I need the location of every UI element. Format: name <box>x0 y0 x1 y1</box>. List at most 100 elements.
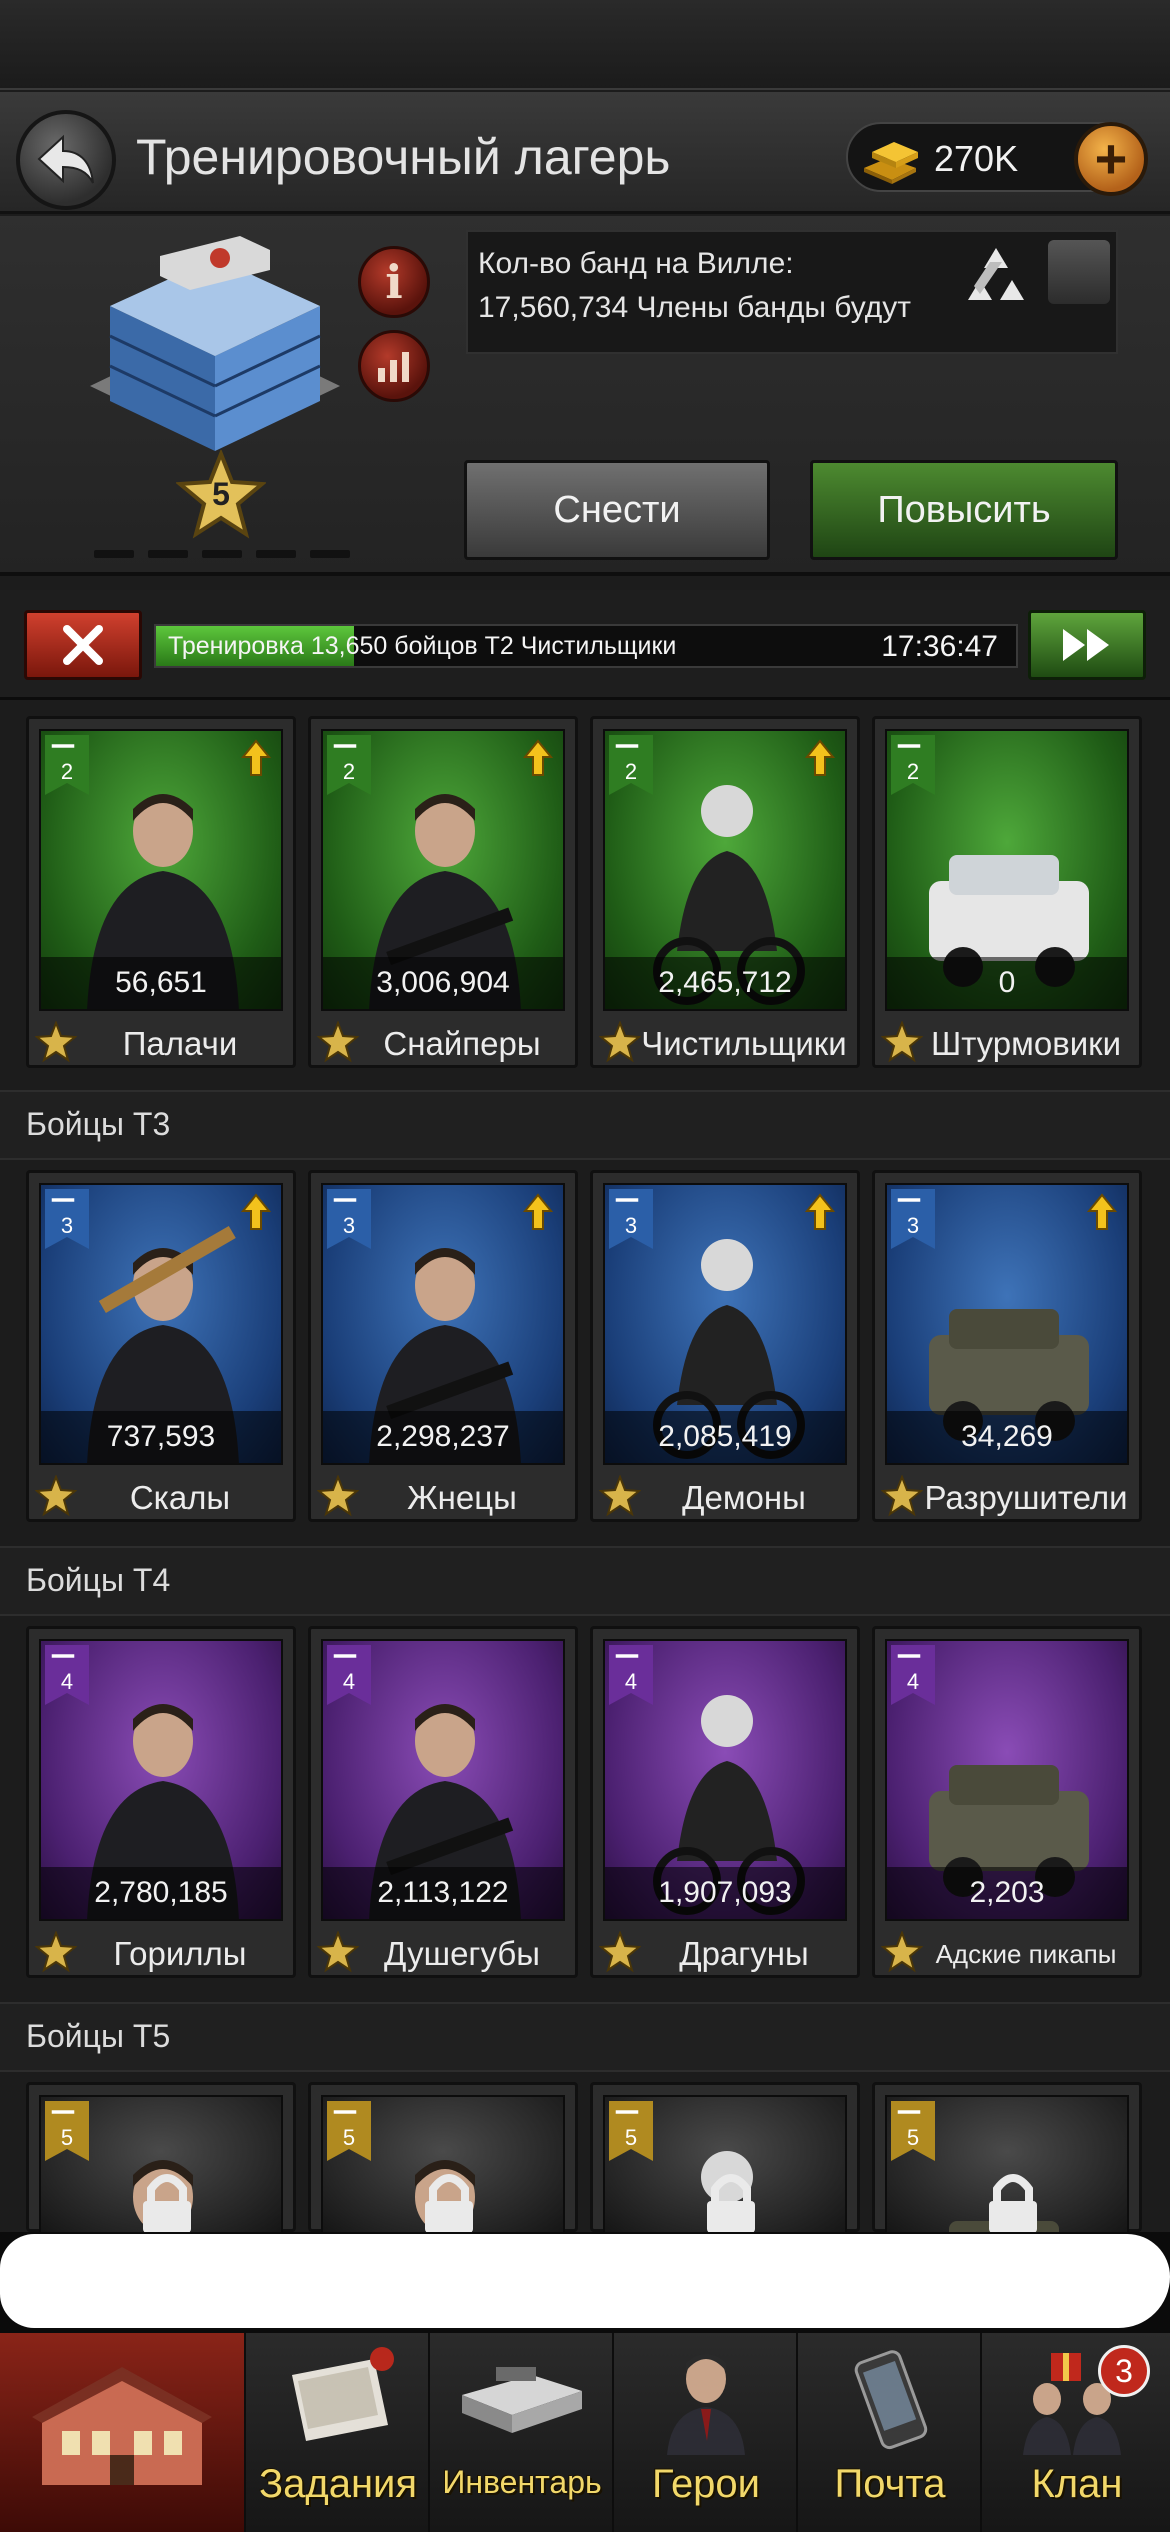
nav-clan[interactable]: 3 Клан <box>984 2333 1170 2532</box>
unit-footer: Гориллы <box>29 1925 293 1977</box>
tier-number: 2 <box>342 759 356 784</box>
building-level: 5 <box>212 476 230 512</box>
header: Тренировочный лагерь 270K + <box>0 92 1170 214</box>
tier-number: 4 <box>60 1669 74 1694</box>
unit-name: Скалы <box>129 1479 231 1516</box>
nav-mail-label: Почта <box>834 2462 946 2506</box>
unit-name: Палачи <box>122 1025 238 1062</box>
info-button[interactable]: i <box>358 246 430 318</box>
section-title: Бойцы T5 <box>26 2018 171 2054</box>
bottom-nav: Задания Инвентарь Герои Почта 3 Клан <box>0 2330 1170 2532</box>
tier-number: 4 <box>906 1669 920 1694</box>
tier-number: 4 <box>624 1669 638 1694</box>
section-header <box>0 2002 1170 2072</box>
hero-avatar[interactable] <box>1048 240 1110 304</box>
truck-icon <box>897 1198 921 1202</box>
tier-number: 3 <box>60 1213 74 1238</box>
tier-number: 5 <box>906 2125 920 2150</box>
nav-inventory-label: Инвентарь <box>442 2464 602 2500</box>
unit-count: 2,780,185 <box>41 1867 281 1919</box>
lock-icon <box>989 2174 1037 2233</box>
tier-number: 2 <box>624 759 638 784</box>
unit-card[interactable]: 2 3,006,904 Снайперы <box>308 716 578 1068</box>
unit-image: 5 <box>39 2095 283 2235</box>
rifle-icon <box>333 1198 357 1202</box>
level-progress-dashes <box>94 550 350 558</box>
unit-footer: Штурмовики <box>875 1015 1139 1067</box>
info-icon: i <box>385 255 403 309</box>
nav-heroes[interactable]: Герои <box>616 2333 798 2532</box>
truck-icon <box>897 1654 921 1658</box>
lock-icon <box>707 2174 755 2233</box>
unit-card[interactable]: 4 1,907,093 Драгуны <box>590 1626 860 1978</box>
stats-button[interactable] <box>358 330 430 402</box>
unit-card[interactable]: 4 2,113,122 Душегубы <box>308 1626 578 1978</box>
nav-mail[interactable]: Почта <box>800 2333 982 2532</box>
unit-card[interactable]: 5 <box>590 2082 860 2235</box>
motorcycle-icon <box>615 744 639 748</box>
fast-forward-icon <box>1063 629 1109 661</box>
knife-icon <box>51 1198 75 1202</box>
unit-card[interactable]: 5 <box>872 2082 1142 2235</box>
close-icon <box>63 625 103 665</box>
briefcase-icon <box>462 2367 582 2433</box>
unit-footer: Драгуны <box>593 1925 857 1977</box>
info-text-box[interactable]: Кол-во банд на Вилле: 17,560,734 Члены б… <box>466 230 1118 354</box>
section-title: Бойцы T4 <box>26 1562 171 1598</box>
unit-card[interactable]: 2 2,465,712 Чистильщики <box>590 716 860 1068</box>
unit-name: Гориллы <box>113 1935 247 1972</box>
add-gold-button[interactable]: + <box>1074 122 1148 196</box>
unit-card[interactable]: 2 56,651 Палачи <box>26 716 296 1068</box>
unit-card[interactable]: 3 2,085,419 Демоны <box>590 1170 860 1522</box>
unit-name: Жнецы <box>407 1479 517 1516</box>
unit-footer: Душегубы <box>311 1925 575 1977</box>
back-arrow-icon <box>37 134 94 184</box>
upgrade-arrow-icon <box>805 1193 835 1230</box>
phone-icon <box>854 2350 928 2450</box>
recycle-icon[interactable] <box>960 242 1032 314</box>
upgrade-arrow-icon <box>523 1193 553 1230</box>
bar-chart-icon <box>378 352 409 382</box>
back-button[interactable] <box>16 110 116 210</box>
truck-icon <box>897 2110 921 2114</box>
unit-image: 4 1,907,093 <box>603 1639 847 1921</box>
gold-value: 270K <box>934 138 1019 179</box>
unit-card[interactable]: 4 2,780,185 Гориллы <box>26 1626 296 1978</box>
hero-icon <box>667 2354 745 2455</box>
unit-footer: Демоны <box>593 1469 857 1521</box>
demolish-button[interactable]: Снести <box>464 460 770 560</box>
unit-count: 2,465,712 <box>605 957 845 1009</box>
unit-card[interactable]: 3 2,298,237 Жнецы <box>308 1170 578 1522</box>
upgrade-arrow-icon <box>241 1193 271 1230</box>
nav-home[interactable] <box>0 2333 246 2532</box>
motorcycle-icon <box>615 1654 639 1658</box>
upgrade-arrow-icon <box>1087 1193 1117 1230</box>
upgrade-button[interactable]: Повысить <box>810 460 1118 560</box>
unit-name: Душегубы <box>384 1935 540 1972</box>
unit-card[interactable]: 2 0 Штурмовики <box>872 716 1142 1068</box>
gold-counter: 270K + <box>846 122 1148 196</box>
unit-footer: Жнецы <box>311 1469 575 1521</box>
unit-count: 2,203 <box>887 1867 1127 1919</box>
tier-number: 2 <box>60 759 74 784</box>
cancel-training-button[interactable] <box>24 610 142 680</box>
unit-card[interactable]: 3 34,269 Разрушители <box>872 1170 1142 1522</box>
nav-tasks[interactable]: Задания <box>248 2333 430 2532</box>
training-progress: Тренировка 13,650 бойцов T2 Чистильщики … <box>154 624 1018 668</box>
unit-footer: Снайперы <box>311 1015 575 1067</box>
unit-card[interactable]: 3 737,593 Скалы <box>26 1170 296 1522</box>
nav-inventory[interactable]: Инвентарь <box>432 2333 614 2532</box>
unit-image: 5 <box>321 2095 565 2235</box>
unit-name: Драгуны <box>679 1935 809 1972</box>
unit-footer: Чистильщики <box>593 1015 857 1067</box>
unit-card[interactable]: 4 2,203 Адские пикапы <box>872 1626 1142 1978</box>
knife-icon <box>51 1654 75 1658</box>
unit-card[interactable]: 5 <box>308 2082 578 2235</box>
section-title: Бойцы T3 <box>26 1106 171 1142</box>
speed-up-button[interactable] <box>1028 610 1146 680</box>
tasks-icon <box>292 2347 394 2441</box>
rifle-icon <box>333 1654 357 1658</box>
upgrade-arrow-icon <box>523 739 553 776</box>
unit-card[interactable]: 5 <box>26 2082 296 2235</box>
unit-name: Демоны <box>682 1479 806 1516</box>
